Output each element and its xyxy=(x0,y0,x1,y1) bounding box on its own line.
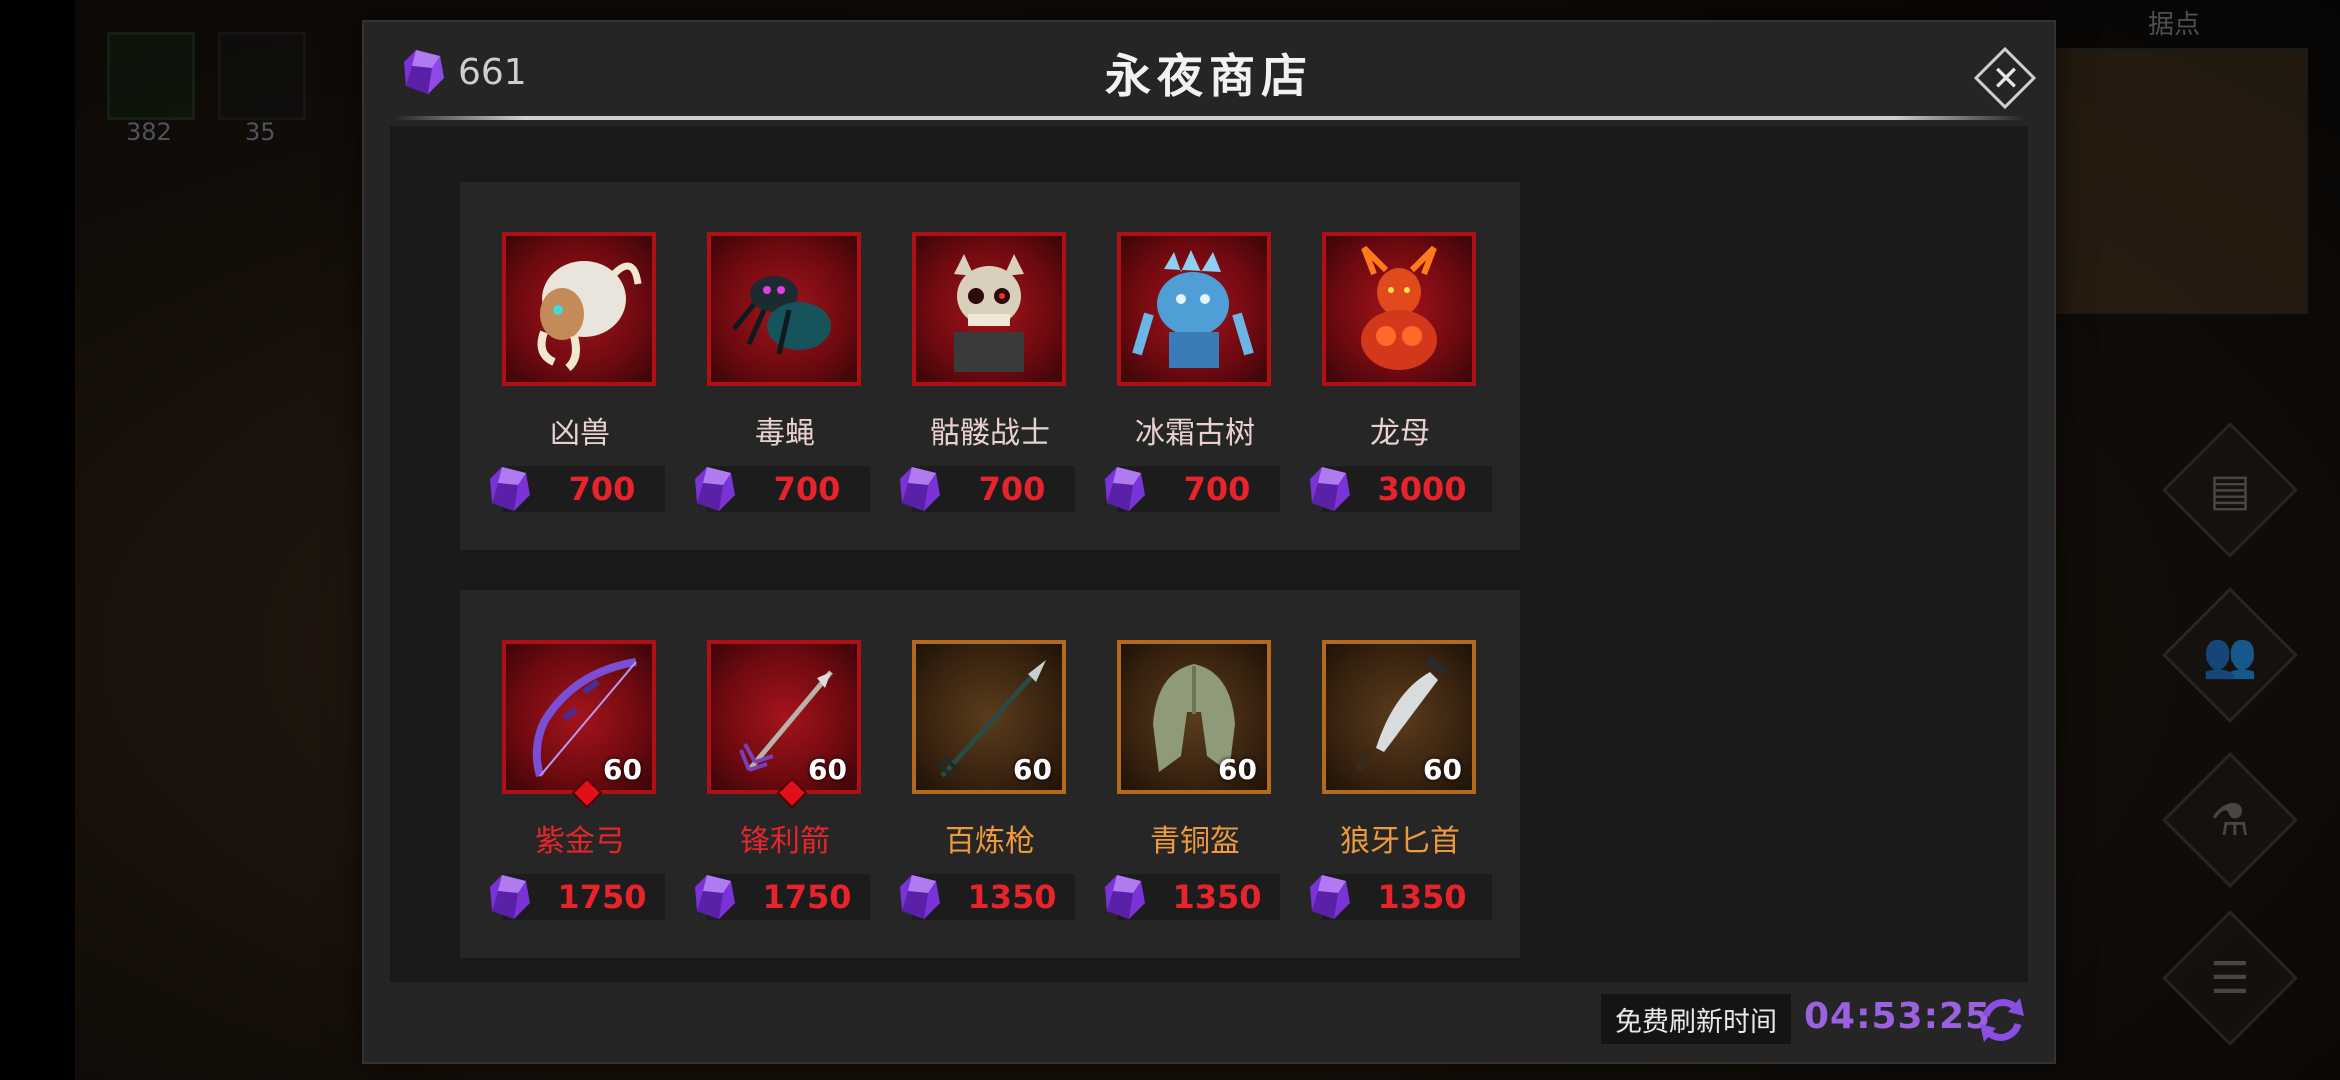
left-edge xyxy=(0,0,75,1080)
minimap-title: 据点 xyxy=(2148,10,2201,40)
purple-gem-icon xyxy=(900,467,940,511)
item-price: 1750 xyxy=(557,878,647,916)
purple-gem-icon xyxy=(1310,875,1350,919)
shop-item-card[interactable]: 60 狼牙匕首 1350 xyxy=(1280,590,1520,958)
item-icon-frame xyxy=(707,232,861,386)
purple-gem-icon xyxy=(1105,875,1145,919)
item-grid: 凶兽 700 毒蝇 700 骷髅战士 700 冰霜古树 700 龙母 3000 … xyxy=(390,126,2028,982)
item-icon-frame: 60 xyxy=(1322,640,1476,794)
shop-item-card[interactable]: 60 青铜盔 1350 xyxy=(1075,590,1315,958)
price-tag: 700 xyxy=(1105,466,1287,512)
free-refresh-label: 免费刷新时间 xyxy=(1601,994,1791,1044)
shop-title: 永夜商店 xyxy=(1105,49,1313,103)
item-level: 60 xyxy=(1218,753,1257,786)
close-icon: ✕ xyxy=(1991,59,2021,99)
shop-item-card[interactable]: 60 锋利箭 1750 xyxy=(665,590,905,958)
refresh-icon xyxy=(1980,998,2024,1042)
purple-gem-icon xyxy=(695,467,735,511)
item-price: 700 xyxy=(773,470,841,508)
item-level: 60 xyxy=(1423,753,1462,786)
purple-gem-icon xyxy=(1310,467,1350,511)
refresh-countdown: 04:53:25 xyxy=(1804,996,1992,1037)
item-level: 60 xyxy=(603,753,642,786)
item-price: 700 xyxy=(568,470,636,508)
inventory-slot-1[interactable] xyxy=(107,32,195,120)
title-bar: 661 永夜商店 ✕ xyxy=(364,22,2054,122)
beast-icon xyxy=(537,261,642,372)
item-price: 1350 xyxy=(967,878,1057,916)
potion-icon: ⚗ xyxy=(2210,794,2250,846)
purple-gem-icon xyxy=(900,875,940,919)
item-name: 紫金弓 xyxy=(535,824,625,859)
price-tag: 700 xyxy=(490,466,672,512)
item-price: 700 xyxy=(978,470,1046,508)
frost-treant-icon xyxy=(1132,250,1254,368)
item-price: 3000 xyxy=(1377,470,1467,508)
purple-gem-icon xyxy=(1105,467,1145,511)
purple-gem-icon xyxy=(490,875,530,919)
price-tag: 3000 xyxy=(1310,466,1492,512)
item-icon-frame xyxy=(912,232,1066,386)
item-icon-frame: 60 xyxy=(502,640,656,809)
shop-item-card[interactable]: 冰霜古树 700 xyxy=(1075,182,1315,550)
shop-item-card[interactable]: 60 百炼枪 1350 xyxy=(870,590,1110,958)
item-icon-frame: 60 xyxy=(912,640,1066,794)
purple-gem-icon xyxy=(695,875,735,919)
title-divider xyxy=(394,116,2024,120)
list-icon: ☰ xyxy=(2210,952,2250,1004)
item-level: 60 xyxy=(1013,753,1052,786)
skeleton-warrior-icon xyxy=(954,254,1024,372)
item-icon-frame xyxy=(1117,232,1271,386)
shop-item-card[interactable]: 骷髅战士 700 xyxy=(870,182,1110,550)
price-tag: 700 xyxy=(695,466,877,512)
price-tag: 1750 xyxy=(490,874,672,920)
item-icon-frame xyxy=(502,232,656,386)
shop-dialog: 661 永夜商店 ✕ 凶兽 700 毒蝇 700 骷髅战士 700 冰霜古树 7… xyxy=(362,20,2056,1064)
shop-item-card[interactable]: 凶兽 700 xyxy=(460,182,700,550)
price-tag: 1350 xyxy=(900,874,1082,920)
price-tag: 1350 xyxy=(1105,874,1287,920)
item-price: 1350 xyxy=(1172,878,1262,916)
refresh-button[interactable] xyxy=(1974,992,2030,1048)
item-icon-frame xyxy=(1322,232,1476,386)
item-name: 凶兽 xyxy=(550,416,610,451)
shop-item-card[interactable]: 龙母 3000 xyxy=(1280,182,1520,550)
scroll-icon: ▤ xyxy=(2209,464,2251,516)
item-icon-frame: 60 xyxy=(1117,640,1271,794)
item-name: 锋利箭 xyxy=(740,824,830,859)
item-level: 60 xyxy=(808,753,847,786)
price-tag: 700 xyxy=(900,466,1082,512)
friends-icon: 👥 xyxy=(2202,630,2258,681)
item-name: 毒蝇 xyxy=(755,416,815,451)
purple-gem-icon xyxy=(490,467,530,511)
item-name: 骷髅战士 xyxy=(930,416,1050,451)
close-button[interactable]: ✕ xyxy=(1971,44,2041,114)
shop-item-card[interactable]: 毒蝇 700 xyxy=(665,182,905,550)
item-price: 1750 xyxy=(762,878,852,916)
item-name: 冰霜古树 xyxy=(1135,416,1255,451)
inventory-slot-2[interactable] xyxy=(218,32,306,120)
poison-fly-icon xyxy=(732,276,831,355)
minimap[interactable] xyxy=(2055,48,2308,314)
item-name: 狼牙匕首 xyxy=(1340,824,1460,859)
item-price: 700 xyxy=(1183,470,1251,508)
inventory-slot-1-count: 382 xyxy=(126,118,172,146)
dragon-mother-icon xyxy=(1361,245,1437,370)
item-icon-frame: 60 xyxy=(707,640,861,809)
price-tag: 1750 xyxy=(695,874,877,920)
item-name: 百炼枪 xyxy=(945,824,1035,859)
shop-item-card[interactable]: 60 紫金弓 1750 xyxy=(460,590,700,958)
price-tag: 1350 xyxy=(1310,874,1492,920)
inventory-slot-2-count: 35 xyxy=(245,118,276,146)
item-name: 青铜盔 xyxy=(1150,824,1240,859)
item-name: 龙母 xyxy=(1370,416,1430,451)
item-price: 1350 xyxy=(1377,878,1467,916)
